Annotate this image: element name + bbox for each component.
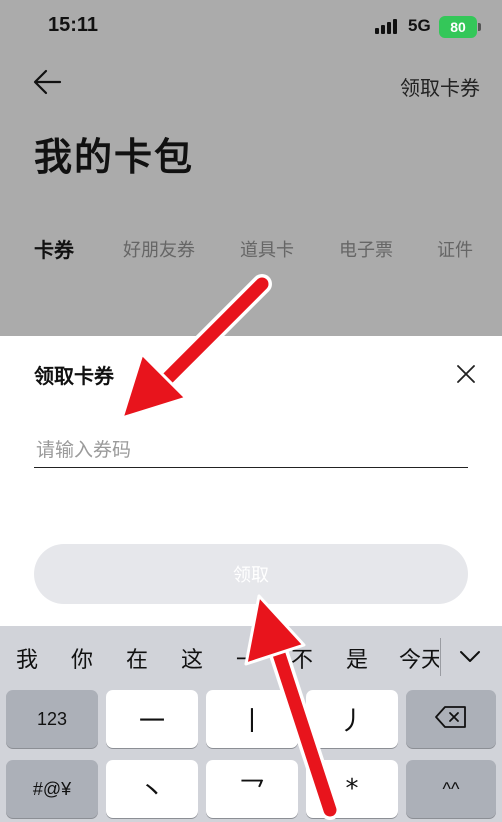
sheet-title: 领取卡券: [34, 364, 114, 388]
key-label: ^^: [442, 778, 460, 799]
wildcard-key[interactable]: *: [306, 760, 398, 818]
claim-coupon-sheet: 领取卡券 领取: [0, 336, 502, 626]
key-label: 丿: [338, 706, 365, 737]
tab-friend-coupons[interactable]: 好朋友券: [123, 236, 195, 262]
delete-key[interactable]: [406, 690, 496, 748]
candidate-word[interactable]: 这: [181, 642, 203, 674]
back-arrow-icon[interactable]: [30, 64, 66, 100]
chevron-down-icon[interactable]: [456, 644, 484, 668]
stroke-key-vertical[interactable]: 丨: [206, 690, 298, 748]
close-icon[interactable]: [452, 360, 480, 388]
page-title: 我的卡包: [34, 135, 195, 179]
status-time: 15:11: [48, 14, 99, 36]
candidate-word[interactable]: 在: [126, 642, 148, 674]
symbols-mode-key[interactable]: #@¥: [6, 760, 98, 818]
candidate-word[interactable]: 今天: [399, 642, 439, 674]
tab-documents[interactable]: 证件: [437, 236, 473, 262]
key-label: 丨: [238, 706, 265, 737]
candidate-word[interactable]: 一: [236, 642, 258, 674]
candidate-word[interactable]: 我: [16, 642, 38, 674]
background-page: 15:11 5G 80 领取卡券 我的卡包 卡券 好朋友券 道具卡 电子票 证件: [0, 0, 502, 336]
key-label: 123: [36, 708, 68, 729]
battery-level: 80: [450, 19, 466, 35]
stroke-key-dot[interactable]: 丶: [106, 760, 198, 818]
tab-item-cards[interactable]: 道具卡: [240, 236, 294, 262]
shift-key[interactable]: ^^: [406, 760, 496, 818]
signal-icon: [375, 18, 401, 34]
claim-button[interactable]: 领取: [34, 544, 468, 604]
tab-e-tickets[interactable]: 电子票: [339, 236, 393, 262]
candidate-divider: [440, 638, 441, 676]
claim-coupon-link[interactable]: 领取卡券: [400, 72, 480, 101]
keyboard: 我 你 在 这 一 不 是 今天 123 一 丨 丿 #@¥ 丶 乛 * ^^: [0, 626, 502, 822]
coupon-code-input[interactable]: [34, 432, 468, 468]
candidate-word[interactable]: 你: [71, 642, 93, 674]
stroke-key-turning[interactable]: 乛: [206, 760, 298, 818]
key-label: 丶: [138, 776, 165, 807]
key-label: #@¥: [32, 778, 72, 799]
candidate-word[interactable]: 不: [291, 642, 313, 674]
network-type: 5G: [408, 16, 431, 35]
delete-icon: [434, 705, 468, 733]
battery-icon: 80: [439, 16, 477, 38]
status-bar: 15:11 5G 80: [0, 0, 502, 56]
tab-coupons[interactable]: 卡券: [34, 234, 74, 263]
stroke-key-left-falling[interactable]: 丿: [306, 690, 398, 748]
numbers-mode-key[interactable]: 123: [6, 690, 98, 748]
battery-tip: [478, 23, 481, 31]
candidate-bar: 我 你 在 这 一 不 是 今天: [0, 626, 502, 688]
candidate-word[interactable]: 是: [346, 642, 368, 674]
tab-bar: 卡券 好朋友券 道具卡 电子票 证件: [34, 236, 502, 266]
key-label: 乛: [238, 776, 265, 807]
key-label: *: [345, 774, 359, 804]
key-label: 一: [138, 706, 165, 737]
stroke-key-horizontal[interactable]: 一: [106, 690, 198, 748]
